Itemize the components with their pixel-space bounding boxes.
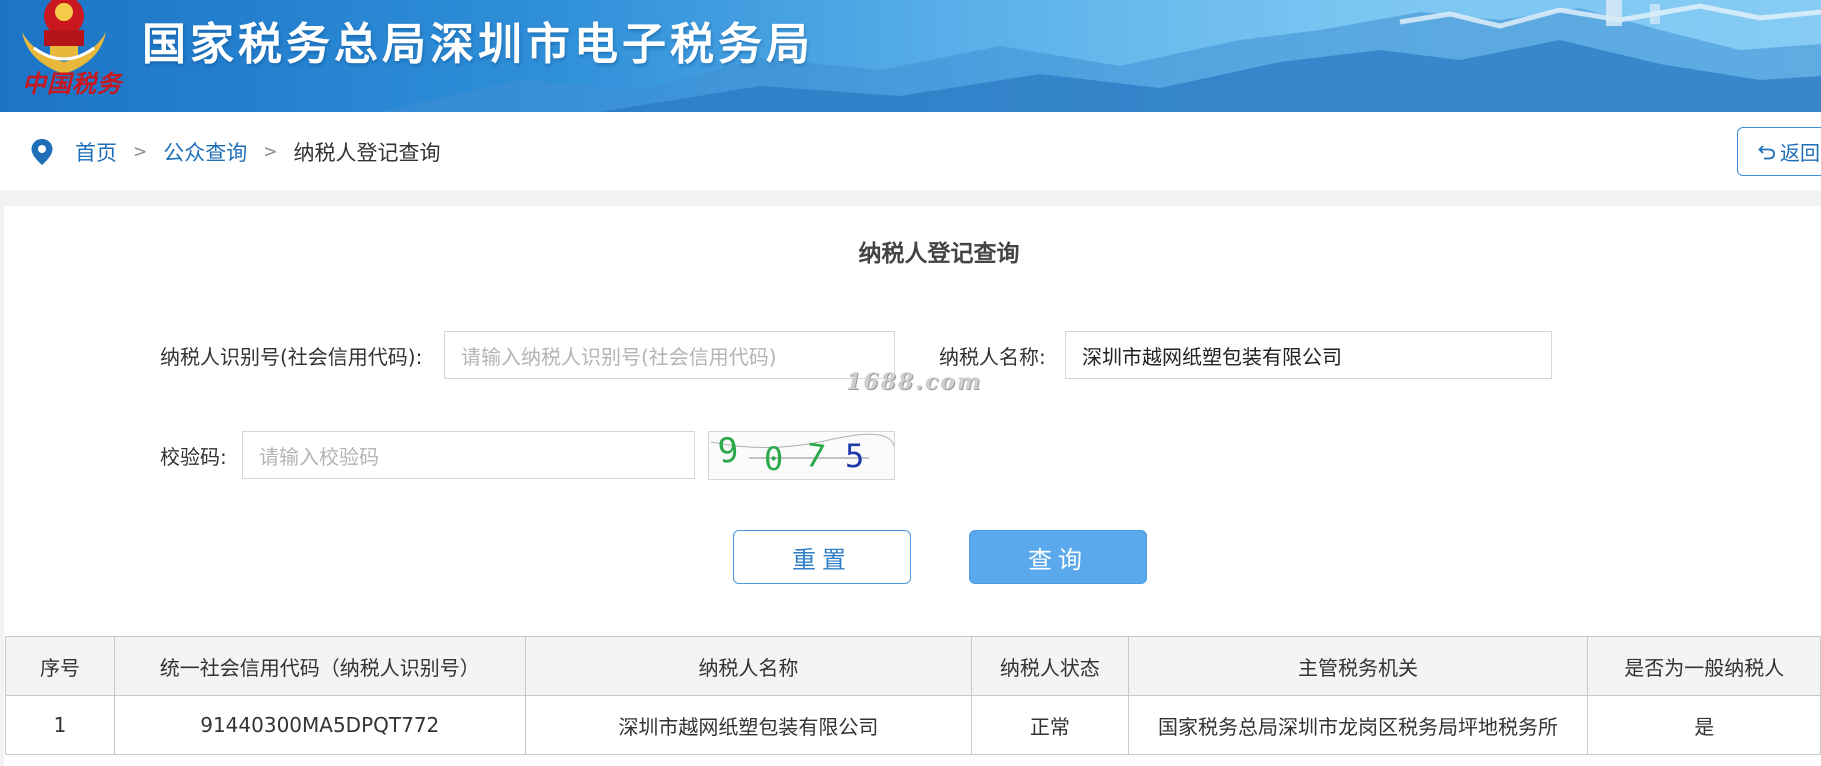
breadcrumb-current: 纳税人登记查询 — [293, 141, 441, 165]
cell-taxpayer-name: 深圳市越网纸塑包装有限公司 — [524, 695, 973, 755]
query-button[interactable]: 查询 — [969, 530, 1147, 584]
results-table: 序号 统一社会信用代码（纳税人识别号） 纳税人名称 纳税人状态 主管税务机关 是… — [5, 636, 1821, 755]
captcha-input[interactable]: 请输入校验码 — [242, 431, 695, 479]
table-header-row: 序号 统一社会信用代码（纳税人识别号） 纳税人名称 纳税人状态 主管税务机关 是… — [5, 636, 1821, 696]
breadcrumb-home[interactable]: 首页 — [75, 137, 117, 167]
column-header-index: 序号 — [5, 636, 115, 696]
cell-index: 1 — [5, 695, 115, 755]
location-pin-icon — [31, 139, 53, 165]
breadcrumb: 首页 > 公众查询 > 纳税人登记查询 — [75, 137, 441, 167]
cell-status: 正常 — [971, 695, 1129, 755]
breadcrumb-separator: > — [133, 142, 148, 162]
back-button[interactable]: 返回 — [1737, 127, 1821, 176]
captcha-label: 校验码: — [160, 445, 227, 469]
back-button-label: 返回 — [1780, 141, 1820, 165]
captcha-digit: 9 — [716, 432, 741, 472]
captcha-digit: 5 — [845, 437, 864, 475]
column-header-tax-authority: 主管税务机关 — [1127, 636, 1589, 696]
page-title: 纳税人登记查询 — [858, 241, 1020, 267]
breadcrumb-separator: > — [263, 142, 278, 162]
captcha-digit: 7 — [803, 436, 827, 476]
captcha-digit: 0 — [764, 440, 783, 478]
cell-tax-authority: 国家税务总局深圳市龙岗区税务局坪地税务所 — [1127, 695, 1589, 755]
table-row: 1 91440300MA5DPQT772 深圳市越网纸塑包装有限公司 正常 国家… — [5, 695, 1821, 755]
reset-button[interactable]: 重置 — [733, 530, 911, 584]
breadcrumb-public-query[interactable]: 公众查询 — [163, 137, 247, 167]
cell-general-taxpayer: 是 — [1587, 695, 1821, 755]
column-header-credit-code: 统一社会信用代码（纳税人识别号） — [113, 636, 526, 696]
captcha-graphic: 9 0 7 5 — [710, 430, 895, 478]
brand-script-logo: 中国税务 — [22, 69, 122, 98]
taxpayer-name-input[interactable]: 深圳市越网纸塑包装有限公司 — [1065, 331, 1552, 379]
cell-credit-code: 91440300MA5DPQT772 — [113, 695, 526, 755]
column-header-status: 纳税人状态 — [971, 636, 1129, 696]
watermark: 1688.com — [846, 369, 983, 395]
column-header-taxpayer-name: 纳税人名称 — [524, 636, 973, 696]
breadcrumb-bar: 首页 > 公众查询 > 纳税人登记查询 返回 — [0, 112, 1821, 190]
taxpayer-id-input[interactable]: 请输入纳税人识别号(社会信用代码) — [444, 331, 895, 379]
taxpayer-name-label: 纳税人名称: — [939, 345, 1046, 369]
column-header-general-taxpayer: 是否为一般纳税人 — [1587, 636, 1821, 696]
undo-arrow-icon — [1758, 144, 1775, 159]
captcha-image[interactable]: 9 0 7 5 — [708, 430, 895, 480]
site-title: 国家税务总局深圳市电子税务局 — [142, 19, 814, 70]
site-banner: 中国税务 国家税务总局深圳市电子税务局 — [0, 0, 1821, 112]
taxpayer-id-label: 纳税人识别号(社会信用代码): — [160, 345, 423, 369]
